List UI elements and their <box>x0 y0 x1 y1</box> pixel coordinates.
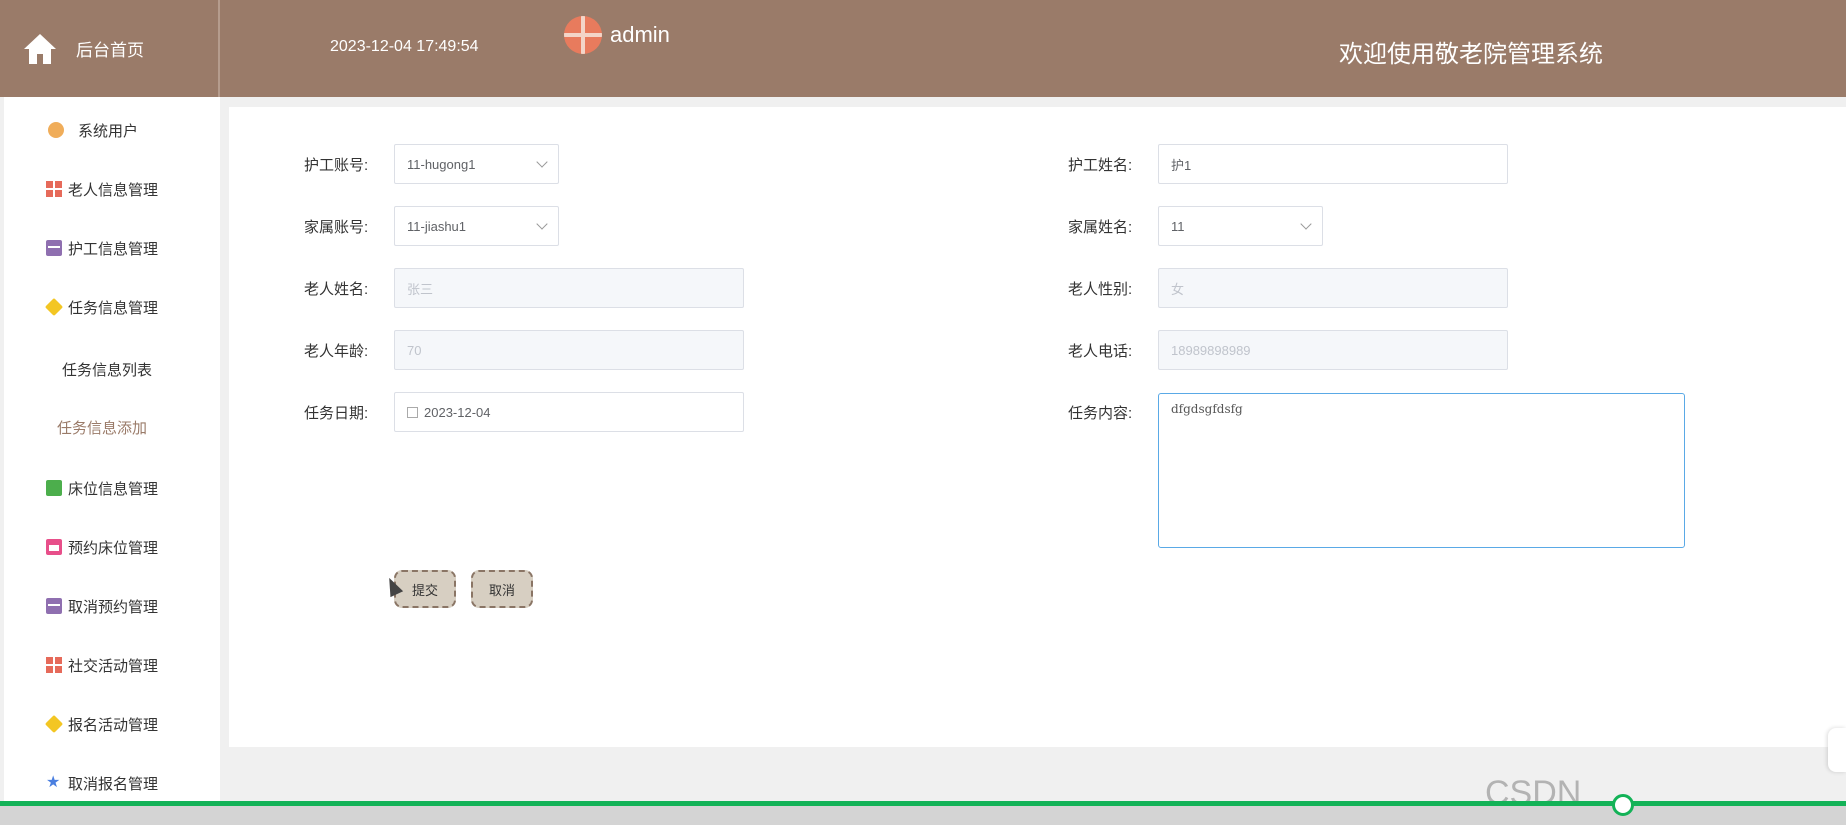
grid-icon <box>46 657 62 673</box>
nurse-account-select[interactable]: 11-hugong1 <box>394 144 559 184</box>
elder-gender-input: 女 <box>1158 268 1508 308</box>
family-name-value: 11 <box>1171 218 1185 234</box>
sidebar-item-system-users[interactable]: 系统用户 <box>4 115 220 145</box>
progress-handle[interactable] <box>1612 794 1634 816</box>
sidebar-item-cancel-reservation[interactable]: 取消预约管理 <box>4 591 220 621</box>
elder-phone-value: 18989898989 <box>1171 342 1251 358</box>
sidebar-item-bed-info[interactable]: 床位信息管理 <box>4 473 220 503</box>
calendar-icon <box>46 539 62 555</box>
task-date-label: 任务日期: <box>304 405 369 422</box>
family-account-select[interactable]: 11-jiashu1 <box>394 206 559 246</box>
sidebar-item-elder-info[interactable]: 老人信息管理 <box>4 174 220 204</box>
chevron-down-icon <box>536 218 548 230</box>
elder-age-input: 70 <box>394 330 744 370</box>
grid-icon <box>46 181 62 197</box>
family-name-label: 家属姓名: <box>1068 219 1133 236</box>
sidebar-item-label: 取消报名管理 <box>68 775 159 793</box>
star-icon: ★ <box>46 774 61 791</box>
sidebar-item-label: 社交活动管理 <box>68 657 159 675</box>
sidebar-item-label: 报名活动管理 <box>68 716 159 734</box>
sidebar-subitem-task-list[interactable]: 任务信息列表 <box>4 359 220 380</box>
task-content-value: dfgdsgfdsfg <box>1171 402 1243 416</box>
bottom-bar <box>0 806 1846 825</box>
nurse-account-label: 护工账号: <box>304 157 369 174</box>
box-icon <box>46 598 62 614</box>
elder-age-label: 老人年龄: <box>304 343 369 360</box>
username: admin <box>610 22 670 47</box>
cube-icon <box>44 714 64 734</box>
nurse-name-input[interactable]: 护1 <box>1158 144 1508 184</box>
avatar <box>564 16 602 54</box>
sidebar-item-cancel-signup[interactable]: ★ 取消报名管理 <box>4 768 220 798</box>
elder-name-label: 老人姓名: <box>304 281 369 298</box>
elder-gender-value: 女 <box>1171 281 1185 297</box>
box-icon <box>46 240 62 256</box>
cube-icon <box>44 297 64 317</box>
cancel-button[interactable]: 取消 <box>471 570 533 608</box>
home-link[interactable]: 后台首页 <box>0 0 220 97</box>
chat-icon <box>46 480 62 496</box>
elder-name-value: 张三 <box>407 281 434 297</box>
sidebar-item-label: 老人信息管理 <box>68 181 159 199</box>
task-content-label: 任务内容: <box>1068 405 1133 422</box>
home-icon <box>24 33 56 64</box>
nurse-account-value: 11-hugong1 <box>407 156 476 172</box>
elder-phone-label: 老人电话: <box>1068 343 1133 360</box>
elder-gender-label: 老人性别: <box>1068 281 1133 298</box>
current-datetime: 2023-12-04 17:49:54 <box>330 38 479 55</box>
elder-phone-input: 18989898989 <box>1158 330 1508 370</box>
sidebar-item-label: 床位信息管理 <box>68 480 159 498</box>
gear-icon <box>48 122 64 138</box>
chevron-down-icon <box>536 156 548 168</box>
chevron-down-icon <box>1300 218 1312 230</box>
elder-age-value: 70 <box>407 342 422 358</box>
sidebar: 系统用户 老人信息管理 护工信息管理 任务信息管理 任务信息列表 任务信息添加 … <box>4 97 220 825</box>
sidebar-item-label: 系统用户 <box>78 122 139 140</box>
sidebar-item-bed-reservation[interactable]: 预约床位管理 <box>4 532 220 562</box>
home-label: 后台首页 <box>76 41 144 60</box>
submit-button[interactable]: 提交 <box>394 570 456 608</box>
sidebar-item-nurse-info[interactable]: 护工信息管理 <box>4 233 220 263</box>
family-account-value: 11-jiashu1 <box>407 218 467 234</box>
calendar-icon <box>407 406 418 418</box>
nurse-name-label: 护工姓名: <box>1068 157 1133 174</box>
sidebar-item-label: 护工信息管理 <box>68 240 159 258</box>
task-content-textarea[interactable]: dfgdsgfdsfg <box>1158 393 1685 548</box>
elder-name-input: 张三 <box>394 268 744 308</box>
task-date-value: 2023-12-04 <box>424 404 491 420</box>
welcome-title: 欢迎使用敬老院管理系统 <box>1339 41 1603 68</box>
sidebar-item-label: 取消预约管理 <box>68 598 159 616</box>
sidebar-item-label: 任务信息管理 <box>68 299 159 317</box>
family-account-label: 家属账号: <box>304 219 369 236</box>
floating-side-tab[interactable] <box>1828 728 1846 772</box>
top-bar: 后台首页 2023-12-04 17:49:54 admin 欢迎使用敬老院管理… <box>0 0 1846 97</box>
family-name-select[interactable]: 11 <box>1158 206 1323 246</box>
task-date-picker[interactable]: 2023-12-04 <box>394 392 744 432</box>
sidebar-item-task-info[interactable]: 任务信息管理 <box>4 292 220 322</box>
user-info[interactable]: admin <box>564 16 670 54</box>
sidebar-item-label: 预约床位管理 <box>68 539 159 557</box>
sidebar-item-social-activity[interactable]: 社交活动管理 <box>4 650 220 680</box>
nurse-name-value: 护1 <box>1171 157 1192 173</box>
sidebar-subitem-task-add[interactable]: 任务信息添加 <box>4 417 220 438</box>
sidebar-item-activity-signup[interactable]: 报名活动管理 <box>4 709 220 739</box>
